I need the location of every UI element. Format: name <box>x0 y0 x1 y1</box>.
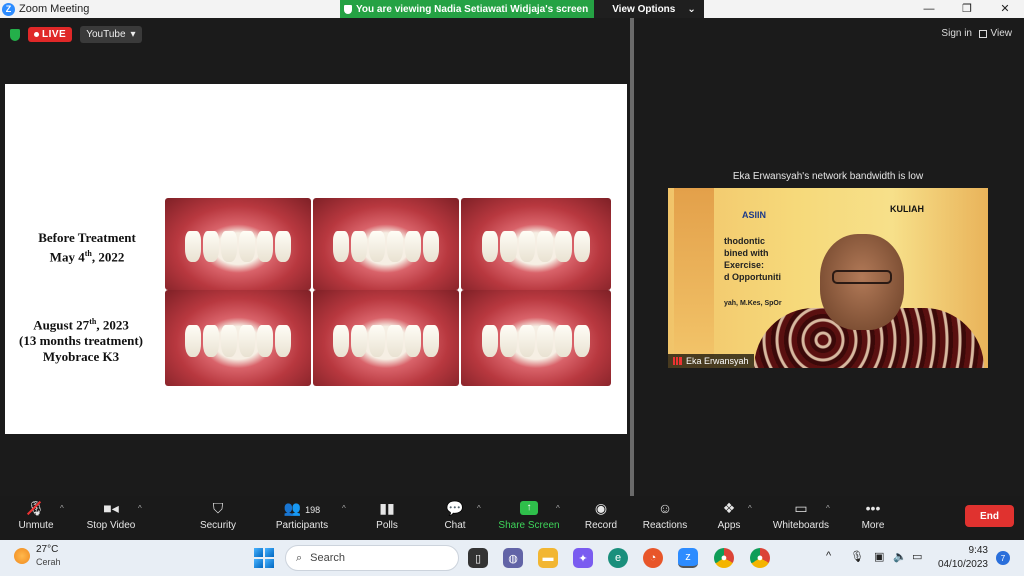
participants-button[interactable]: 👥 198 Participants <box>272 500 332 531</box>
close-button[interactable]: ✕ <box>986 0 1024 18</box>
taskbar-clock[interactable]: 9:43 04/10/2023 <box>936 544 988 572</box>
record-icon: ◉ <box>594 500 608 516</box>
video-banner-text: Exercise: <box>724 260 765 270</box>
video-panel: Sign in View Eka Erwansyah's network ban… <box>634 18 1024 496</box>
video-banner-text: yah, M.Kes, SpOr <box>724 300 782 307</box>
viewing-banner-text: You are viewing Nadia Setiawati Widjaja'… <box>356 3 589 15</box>
microphone-muted-icon: 🎙 <box>27 500 45 516</box>
polls-button[interactable]: ▮▮ Polls <box>372 500 402 531</box>
task-view-icon[interactable]: ▯ <box>468 548 488 568</box>
shield-icon <box>344 4 352 14</box>
meeting-toolbar: 🎙 Unmute ^ ■◂ Stop Video ^ ⛉ Security 👥 … <box>0 496 1024 540</box>
share-options-caret[interactable]: ^ <box>556 504 560 513</box>
window-title: Zoom Meeting <box>19 3 90 15</box>
maximize-button[interactable]: ❐ <box>948 0 986 18</box>
windows-taskbar: 27°C Cerah ⌕ Search ▯ ◍ ▬ ✦ e ◔ z ● ● ^ … <box>0 540 1024 576</box>
network-icon[interactable]: ▣ <box>874 550 884 563</box>
copilot-icon[interactable]: ✦ <box>573 548 593 568</box>
presentation-slide: Before Treatment May 4th, 2022 August 27… <box>5 84 627 434</box>
encryption-shield-icon[interactable] <box>10 28 20 41</box>
windows-start-icon[interactable] <box>254 548 274 568</box>
edge-browser-icon[interactable]: e <box>608 548 628 568</box>
zoom-app-icon[interactable]: z <box>678 548 698 568</box>
after-treatment-label: August 27th, 2023 (13 months treatment) … <box>19 317 143 365</box>
chevron-down-icon: ⌄ <box>687 3 696 15</box>
before-treatment-label: Before Treatment May 4th, 2022 <box>38 230 136 265</box>
more-button[interactable]: ••• More <box>856 500 890 531</box>
dental-photo-before-left <box>461 198 611 290</box>
dental-photo-before-front <box>313 198 459 290</box>
security-shield-icon: ⛉ <box>212 500 224 516</box>
file-explorer-icon[interactable]: ▬ <box>538 548 558 568</box>
security-button[interactable]: ⛉ Security <box>196 500 240 531</box>
reactions-smiley-icon: ☺ <box>657 500 673 516</box>
whiteboards-button[interactable]: ▭ Whiteboards <box>770 500 832 531</box>
participant-name-tag: Eka Erwansyah <box>668 354 754 368</box>
taskbar-search-input[interactable]: ⌕ Search <box>285 545 459 571</box>
reactions-button[interactable]: ☺ Reactions <box>640 500 690 531</box>
apps-icon: ❖ <box>722 500 736 516</box>
minimize-button[interactable]: — <box>910 0 948 18</box>
sign-in-link[interactable]: Sign in <box>941 28 972 39</box>
chat-button[interactable]: 💬 Chat <box>440 500 470 531</box>
apps-options-caret[interactable]: ^ <box>748 504 752 513</box>
chrome-browser-icon[interactable]: ● <box>714 548 734 568</box>
record-button[interactable]: ◉ Record <box>582 500 620 531</box>
notification-badge[interactable]: 7 <box>996 551 1010 565</box>
more-dots-icon: ••• <box>865 500 881 516</box>
dental-photo-before-right <box>165 198 311 290</box>
chat-bubble-icon: 💬 <box>446 500 464 516</box>
video-camera-icon: ■◂ <box>103 500 119 516</box>
polls-bar-chart-icon: ▮▮ <box>379 500 395 516</box>
dental-photo-after-left <box>461 290 611 386</box>
signal-low-icon <box>673 357 682 365</box>
dental-photo-after-front <box>313 290 459 386</box>
network-warning: Eka Erwansyah's network bandwidth is low <box>732 171 924 182</box>
video-banner-brand: ASIIN <box>742 210 767 220</box>
video-banner-text: d Opportuniti <box>724 272 781 282</box>
microphone-icon[interactable]: 🎙 <box>850 550 864 563</box>
battery-icon[interactable]: ▭ <box>912 550 922 563</box>
end-meeting-button[interactable]: End <box>965 505 1014 527</box>
participant-video[interactable]: ASIIN KULIAH thodontic bined with Exerci… <box>668 188 988 368</box>
video-banner-text: thodontic <box>724 236 765 246</box>
participants-options-caret[interactable]: ^ <box>342 504 346 513</box>
stream-target-dropdown[interactable]: YouTube ▾ <box>80 26 142 43</box>
weather-widget[interactable]: 27°C Cerah <box>14 544 61 568</box>
audio-options-caret[interactable]: ^ <box>60 504 64 513</box>
whiteboard-icon: ▭ <box>794 500 808 516</box>
chrome-profile-browser-icon[interactable]: ● <box>750 548 770 568</box>
teams-chat-icon[interactable]: ◍ <box>503 548 523 568</box>
view-button[interactable]: View <box>978 28 1012 39</box>
chat-options-caret[interactable]: ^ <box>477 504 481 513</box>
volume-icon[interactable]: 🔈 <box>893 550 907 563</box>
sun-weather-icon <box>14 548 30 564</box>
grid-view-icon <box>978 29 987 38</box>
chevron-up-icon[interactable]: ^ <box>826 550 831 562</box>
live-dot-icon <box>34 32 39 37</box>
video-options-caret[interactable]: ^ <box>138 504 142 513</box>
video-banner-text: bined with <box>724 248 769 258</box>
chevron-down-icon: ▾ <box>130 29 136 40</box>
participants-icon: 👥 198 <box>283 500 321 516</box>
zoom-logo-icon: Z <box>2 2 15 16</box>
unmute-button[interactable]: 🎙 Unmute <box>14 500 58 531</box>
video-banner-kuliah: KULIAH <box>890 204 924 214</box>
share-screen-icon: ↑ <box>520 501 538 515</box>
view-options-button[interactable]: View Options ⌄ <box>594 0 704 18</box>
live-badge[interactable]: LIVE <box>28 27 73 42</box>
apps-button[interactable]: ❖ Apps <box>714 500 744 531</box>
search-icon: ⌕ <box>296 551 303 564</box>
stop-video-button[interactable]: ■◂ Stop Video <box>84 500 138 531</box>
dental-photo-after-right <box>165 290 311 386</box>
whiteboards-options-caret[interactable]: ^ <box>826 504 830 513</box>
window-controls: — ❐ ✕ <box>910 0 1024 18</box>
firefox-browser-icon[interactable]: ◔ <box>643 548 663 568</box>
share-screen-button[interactable]: ↑ Share Screen <box>498 500 560 531</box>
viewing-banner: You are viewing Nadia Setiawati Widjaja'… <box>340 0 704 18</box>
